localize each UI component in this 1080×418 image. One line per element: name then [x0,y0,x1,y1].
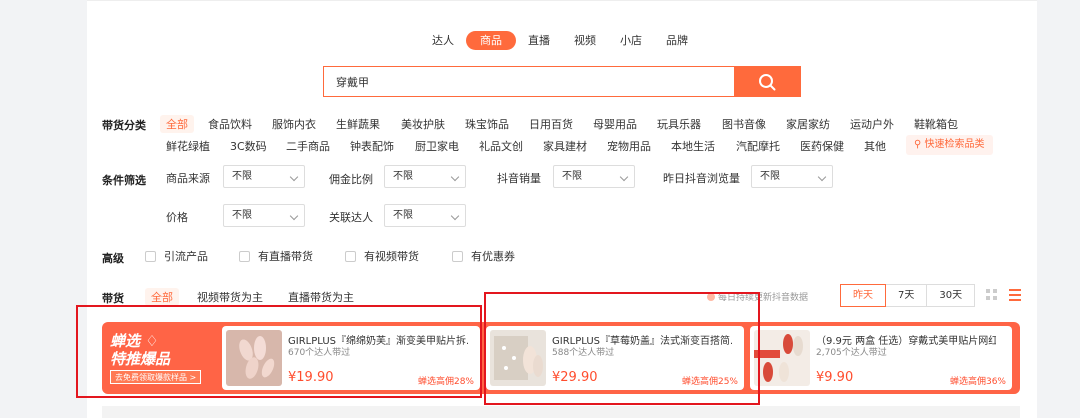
category-health[interactable]: 医药保健 [800,138,844,154]
search-input[interactable] [324,67,734,96]
grid-view-icon[interactable] [986,289,998,301]
tab-brand[interactable]: 品牌 [654,31,700,50]
category-apparel[interactable]: 服饰内衣 [272,116,316,132]
quick-category-search-button[interactable]: ⚲ 快速检索品类 [906,135,993,155]
tab-live[interactable]: 直播 [516,31,562,50]
checkbox-box [145,250,156,262]
category-baby[interactable]: 母婴用品 [593,116,637,132]
chevron-down-icon [289,211,299,221]
category-gifts[interactable]: 礼品文创 [479,138,523,154]
category-label: 带货分类 [102,119,146,132]
chevron-down-icon [289,172,299,182]
annotation-highlight-box [76,305,482,398]
chevron-down-icon [817,172,827,182]
search-button[interactable] [734,67,800,96]
product-image [754,330,810,386]
checkbox-box [239,250,250,262]
checkbox-traffic-product[interactable]: 引流产品 [145,248,208,264]
checkbox-coupon[interactable]: 有优惠券 [452,248,515,264]
search-type-tabs: 达人 商品 直播 视频 小店 品牌 [420,31,700,50]
product-commission: 蝉选高佣36% [949,377,1006,387]
commission-label: 佣金比例 [329,173,373,186]
category-all[interactable]: 全部 [160,115,194,133]
category-secondhand[interactable]: 二手商品 [286,138,330,154]
chevron-down-icon [450,211,460,221]
price-label: 价格 [166,211,188,224]
category-3c[interactable]: 3C数码 [230,138,267,154]
commission-select[interactable]: 不限 [384,165,466,188]
mode-video[interactable]: 视频带货为主 [197,289,263,305]
mode-live[interactable]: 直播带货为主 [288,289,354,305]
category-other[interactable]: 其他 [864,138,886,154]
category-appliances[interactable]: 厨卫家电 [415,138,459,154]
influencer-label: 关联达人 [329,211,373,224]
mode-label: 带货 [102,292,124,305]
next-row-placeholder [102,406,1020,418]
range-yesterday[interactable]: 昨天 [840,284,886,307]
category-pets[interactable]: 宠物用品 [607,138,651,154]
category-bags[interactable]: 鞋靴箱包 [914,116,958,132]
chevron-down-icon [450,172,460,182]
tab-video[interactable]: 视频 [562,31,608,50]
views-label: 昨日抖音浏览量 [663,172,740,185]
range-30d[interactable]: 30天 [926,284,976,307]
category-watches[interactable]: 钟表配饰 [350,138,394,154]
source-select[interactable]: 不限 [223,165,305,188]
date-range-toggle: 昨天 7天 30天 [840,284,976,307]
list-view-icon[interactable] [1009,289,1021,301]
checkbox-box [345,250,356,262]
category-auto[interactable]: 汽配摩托 [736,138,780,154]
checkbox-live-selling[interactable]: 有直播带货 [239,248,313,264]
checkbox-box [452,250,463,262]
product-influencer-count: 2,705个达人带过 [816,348,887,358]
product-price: ¥9.90 [816,370,854,385]
category-flowers[interactable]: 鲜花绿植 [166,138,210,154]
category-furniture[interactable]: 家具建材 [543,138,587,154]
category-local[interactable]: 本地生活 [671,138,715,154]
chevron-down-icon [619,172,629,182]
category-home[interactable]: 家居家纺 [786,116,830,132]
top-divider [87,0,1037,1]
category-fresh[interactable]: 生鲜蔬果 [336,116,380,132]
tab-product[interactable]: 商品 [466,31,516,50]
search-bar [323,66,801,97]
category-beauty[interactable]: 美妆护肤 [401,116,445,132]
quick-search-label: 快速检索品类 [924,139,985,150]
range-7d[interactable]: 7天 [885,284,928,307]
influencer-select[interactable]: 不限 [384,204,466,227]
source-label: 商品来源 [166,172,210,185]
annotation-highlight-box [484,292,760,405]
tab-influencer[interactable]: 达人 [420,31,466,50]
mode-all[interactable]: 全部 [145,288,179,306]
category-jewelry[interactable]: 珠宝饰品 [465,116,509,132]
product-card[interactable]: （9.9元 两盒 任选）穿戴式美甲贴片网红... 2,705个达人带过 ¥9.9… [750,326,1012,390]
category-sports[interactable]: 运动户外 [850,116,894,132]
tab-store[interactable]: 小店 [608,31,654,50]
views-select[interactable]: 不限 [751,165,833,188]
category-books[interactable]: 图书音像 [722,116,766,132]
checkbox-video-selling[interactable]: 有视频带货 [345,248,419,264]
sales-label: 抖音销量 [497,172,541,185]
sales-select[interactable]: 不限 [553,165,635,188]
search-icon: ⚲ [914,139,925,150]
price-select[interactable]: 不限 [223,204,305,227]
advanced-label: 高级 [102,252,124,265]
search-icon [759,73,776,90]
filters-label: 条件筛选 [102,174,146,187]
category-daily[interactable]: 日用百货 [529,116,573,132]
category-toys[interactable]: 玩具乐器 [657,116,701,132]
category-food[interactable]: 食品饮料 [208,116,252,132]
